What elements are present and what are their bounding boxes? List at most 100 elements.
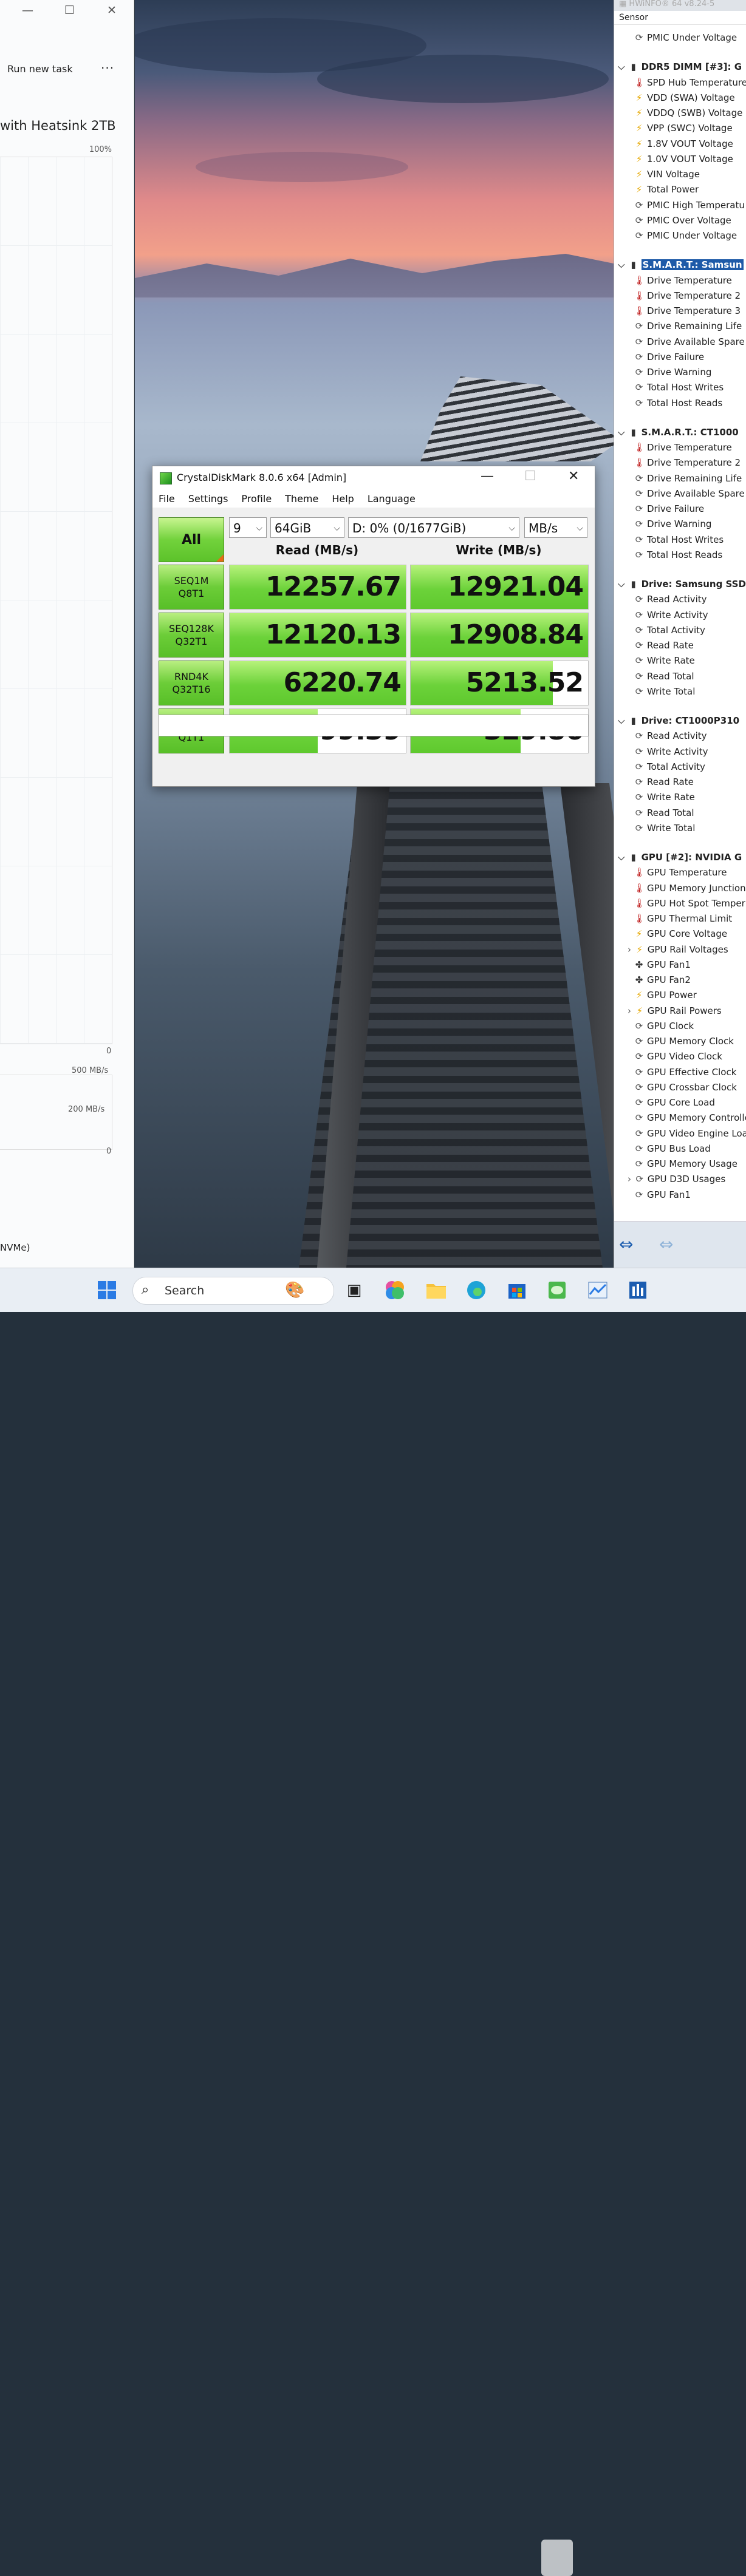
sensor-row[interactable]: ⟳ Write Rate: [634, 653, 695, 668]
edge-browser-icon[interactable]: [465, 1279, 487, 1301]
sensor-row[interactable]: ⚡ GPU Core Voltage: [634, 926, 727, 942]
hwinfo-taskbar-icon[interactable]: [627, 1279, 649, 1301]
sensor-row[interactable]: ⟳ Total Activity: [634, 760, 705, 775]
sensor-row[interactable]: ⟳ GPU Memory Usage: [634, 1157, 737, 1172]
crystaldiskmark-taskbar-icon[interactable]: [546, 1279, 568, 1301]
sensor-row[interactable]: ⟳ Write Total: [634, 821, 696, 836]
sensor-row[interactable]: ⟳ PMIC Over Voltage: [634, 213, 731, 228]
close-icon[interactable]: ✕: [568, 469, 579, 484]
sensor-row[interactable]: ✤ GPU Fan1: [634, 957, 691, 973]
sensor-row[interactable]: ⚡ VIN Voltage: [634, 167, 700, 182]
sensor-row[interactable]: ⟳ Write Activity: [634, 744, 708, 760]
sensor-row[interactable]: ✤ GPU Fan2: [634, 973, 691, 988]
sensor-row[interactable]: ⟳ Drive Remaining Life: [634, 471, 742, 486]
sensor-group[interactable]: ⌵ ▮ S.M.A.R.T.: Samsun: [618, 257, 744, 273]
test-button[interactable]: RND4K Q32T16: [159, 661, 224, 705]
sensor-row[interactable]: ⚡ 1.0V VOUT Voltage: [634, 152, 733, 167]
sensor-row[interactable]: › ⚡ GPU Rail Powers: [628, 1004, 722, 1019]
unit-select[interactable]: MB/s ⌵: [524, 517, 587, 538]
sensor-row[interactable]: 🌡 GPU Thermal Limit: [634, 911, 732, 926]
chevron-down-icon[interactable]: ⌵: [618, 579, 628, 590]
menu-help[interactable]: Help: [332, 493, 354, 505]
test-size-select[interactable]: 64GiB ⌵: [270, 517, 344, 538]
sensor-row[interactable]: ⟳ PMIC Under Voltage: [634, 30, 737, 46]
sensor-row[interactable]: ⚡ VPP (SWC) Voltage: [634, 121, 733, 136]
sensor-row[interactable]: ⟳ GPU Memory Clock: [634, 1034, 734, 1049]
chevron-right-icon[interactable]: ›: [628, 1174, 634, 1184]
sensor-row[interactable]: ⟳ Write Activity: [634, 608, 708, 623]
sensor-row[interactable]: ⟳ Total Host Writes: [634, 380, 724, 395]
sensor-row[interactable]: ⟳ Drive Available Spare: [634, 486, 745, 501]
chevron-down-icon[interactable]: ⌵: [618, 852, 628, 863]
sensor-row[interactable]: 🌡 GPU Hot Spot Temper: [634, 896, 745, 911]
sensor-row[interactable]: ⟳ GPU Video Engine Loa: [634, 1126, 746, 1141]
menu-file[interactable]: File: [159, 493, 175, 505]
windows-start-icon[interactable]: [96, 1279, 118, 1301]
chevron-down-icon[interactable]: ⌵: [618, 427, 628, 438]
sensor-row[interactable]: ⟳ GPU Fan1: [634, 1188, 691, 1203]
sensor-row[interactable]: ⟳ Drive Warning: [634, 365, 712, 380]
sensor-row[interactable]: 🌡 Drive Temperature: [634, 273, 732, 288]
sensor-row[interactable]: 🌡 SPD Hub Temperature: [634, 75, 746, 90]
store-icon[interactable]: [506, 1279, 528, 1301]
sensor-row[interactable]: ⟳ GPU Crossbar Clock: [634, 1080, 737, 1095]
sensor-row[interactable]: 🌡 Drive Temperature: [634, 440, 732, 455]
sensor-row[interactable]: 🌡 GPU Memory Junction: [634, 881, 746, 896]
sensor-row[interactable]: › ⟳ GPU D3D Usages: [628, 1172, 725, 1187]
sensor-row[interactable]: ⟳ Drive Warning: [634, 517, 712, 532]
test-button[interactable]: SEQ1M Q8T1: [159, 565, 224, 610]
sensor-group[interactable]: ⌵ ▮ Drive: CT1000P310: [618, 713, 739, 729]
sensor-row[interactable]: ⟳ Total Activity: [634, 623, 705, 638]
sensor-row[interactable]: ⟳ Drive Available Spare: [634, 335, 745, 350]
more-options-icon[interactable]: ···: [101, 61, 114, 75]
performance-monitor-icon[interactable]: [587, 1279, 609, 1301]
minimize-icon[interactable]: —: [481, 469, 494, 484]
test-button[interactable]: SEQ128K Q32T1: [159, 613, 224, 658]
maximize-icon[interactable]: ☐: [64, 4, 75, 17]
run-new-task-button[interactable]: Run new task: [7, 63, 73, 75]
sensor-group[interactable]: ⌵ ▮ S.M.A.R.T.: CT1000: [618, 425, 739, 440]
sensor-group[interactable]: ⌵ ▮ DDR5 DIMM [#3]: G: [618, 59, 742, 75]
sensor-row[interactable]: ⟳ GPU Video Clock: [634, 1049, 722, 1064]
sensor-row[interactable]: ⟳ Read Rate: [634, 638, 694, 653]
menu-language[interactable]: Language: [368, 493, 416, 505]
sensor-group[interactable]: ⌵ ▮ Drive: Samsung SSD: [618, 577, 746, 592]
chevron-down-icon[interactable]: ⌵: [618, 715, 628, 726]
collapse-arrows-icon[interactable]: ⇔: [659, 1234, 673, 1254]
sensor-row[interactable]: ⚡ GPU Power: [634, 988, 697, 1003]
drive-select[interactable]: D: 0% (0/1677GiB) ⌵: [348, 517, 519, 538]
sensor-row[interactable]: ⟳ PMIC Under Voltage: [634, 228, 737, 243]
taskbar-search-box[interactable]: ⌕ Search 🎨: [132, 1277, 334, 1305]
sensor-row[interactable]: ⟳ GPU Clock: [634, 1019, 694, 1034]
sensor-row[interactable]: ⟳ Read Activity: [634, 729, 707, 744]
sensor-row[interactable]: 🌡 GPU Temperature: [634, 865, 727, 880]
sensor-group[interactable]: ⌵ ▮ GPU [#2]: NVIDIA G: [618, 850, 742, 865]
chevron-down-icon[interactable]: ⌵: [618, 259, 628, 270]
sensor-row[interactable]: ⟳ Total Host Reads: [634, 396, 723, 411]
sensor-row[interactable]: 🌡 Drive Temperature 2: [634, 288, 741, 304]
expand-arrows-icon[interactable]: ⇔: [619, 1234, 633, 1254]
chevron-right-icon[interactable]: ›: [628, 944, 634, 955]
sensor-row[interactable]: ⟳ Drive Failure: [634, 350, 704, 365]
task-view-icon[interactable]: ▣: [343, 1279, 365, 1301]
run-all-button[interactable]: All: [159, 517, 224, 562]
chevron-down-icon[interactable]: ⌵: [618, 61, 628, 72]
sensor-row[interactable]: ⟳ GPU Core Load: [634, 1095, 715, 1110]
sensor-row[interactable]: ⚡ VDDQ (SWB) Voltage: [634, 106, 743, 121]
sensor-row[interactable]: ⟳ Drive Failure: [634, 501, 704, 517]
sensor-row[interactable]: ⟳ Total Host Reads: [634, 548, 723, 563]
maximize-icon[interactable]: ☐: [524, 469, 536, 484]
sensor-row[interactable]: ⟳ Read Activity: [634, 592, 707, 607]
comment-input[interactable]: [159, 715, 589, 736]
sensor-row[interactable]: ⚡ Total Power: [634, 182, 699, 197]
sensor-column-header[interactable]: Sensor: [614, 11, 746, 25]
sensor-row[interactable]: ⟳ GPU Memory Controlle: [634, 1110, 746, 1126]
sensor-row[interactable]: 🌡 Drive Temperature 3: [634, 304, 741, 319]
minimize-icon[interactable]: —: [22, 4, 33, 17]
sensor-row[interactable]: ⟳ GPU Bus Load: [634, 1141, 711, 1157]
sensor-row[interactable]: ⟳ Write Rate: [634, 790, 695, 805]
chevron-right-icon[interactable]: ›: [628, 1005, 634, 1016]
sensor-row[interactable]: ⟳ Drive Remaining Life: [634, 319, 742, 334]
sensor-row[interactable]: 🌡 Drive Temperature 2: [634, 455, 741, 471]
sensor-row[interactable]: ⟳ Read Rate: [634, 775, 694, 790]
